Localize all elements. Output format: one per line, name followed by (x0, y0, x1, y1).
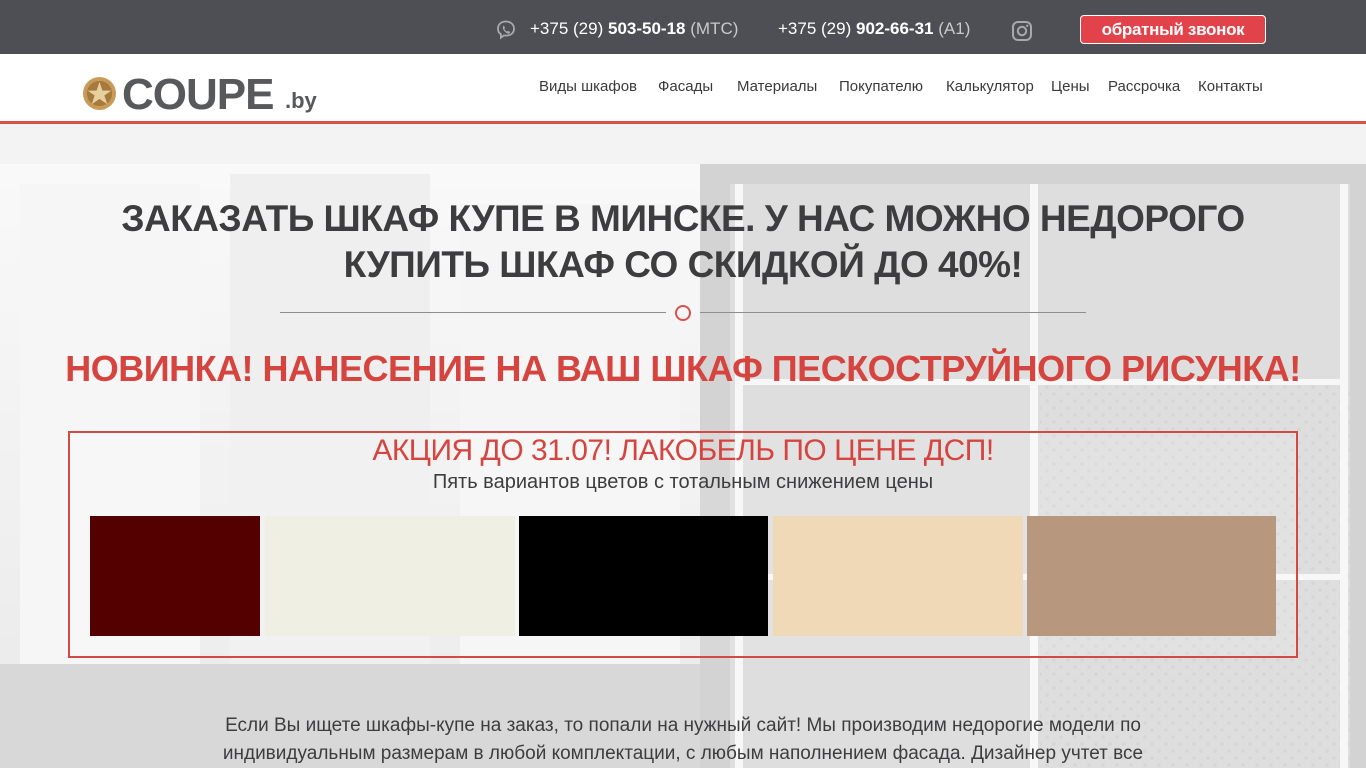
phone-mts-operator: (МТС) (690, 19, 739, 38)
color-swatch-3[interactable] (519, 516, 768, 636)
nav-item-materials[interactable]: Материалы (737, 78, 817, 95)
color-swatch-2[interactable] (265, 516, 515, 636)
color-swatch-1[interactable] (90, 516, 260, 636)
color-swatch-4[interactable] (773, 516, 1023, 636)
phone-a1-number: 902-66-31 (855, 19, 934, 38)
phone-mts-number: 503-50-18 (607, 19, 686, 38)
nav-item-contacts[interactable]: Контакты (1198, 78, 1263, 95)
viber-icon[interactable] (496, 20, 516, 40)
nav-item-wardrobe-types[interactable]: Виды шкафов (539, 78, 637, 95)
logo-text: COUPE (122, 70, 274, 119)
promo-box: АКЦИЯ ДО 31.07! ЛАКОБЕЛЬ ПО ЦЕНЕ ДСП! Пя… (68, 431, 1298, 658)
logo-tld: .by (285, 88, 317, 113)
phone-mts-link[interactable]: +375 (29) 503-50-18 (МТС) (530, 19, 738, 39)
news-heading: НОВИНКА! НАНЕСЕНИЕ НА ВАШ ШКАФ ПЕСКОСТРУ… (65, 348, 1301, 389)
promo-title: АКЦИЯ ДО 31.07! ЛАКОБЕЛЬ ПО ЦЕНЕ ДСП! (372, 434, 994, 467)
phone-a1-link[interactable]: +375 (29) 902-66-31 (A1) (778, 19, 970, 39)
phone-mts-prefix: +375 (29) (530, 19, 608, 38)
phone-a1-operator: (A1) (938, 19, 971, 38)
nav-item-prices[interactable]: Цены (1051, 78, 1090, 95)
callback-button[interactable]: обратный звонок (1080, 15, 1266, 44)
logo-emblem-icon (82, 76, 117, 111)
site-header: COUPE .by Виды шкафов Фасады Материалы П… (0, 54, 1366, 121)
phone-a1-prefix: +375 (29) (778, 19, 856, 38)
promo-subtitle: Пять вариантов цветов с тотальным снижен… (432, 471, 934, 493)
page-title: ЗАКАЗАТЬ ШКАФ КУПЕ В МИНСКЕ. У НАС МОЖНО… (121, 198, 1245, 285)
title-divider-ring-icon (675, 305, 691, 321)
nav-item-calculator[interactable]: Калькулятор (946, 78, 1034, 95)
intro-paragraph: Если Вы ищете шкафы-купе на заказ, то по… (222, 715, 1144, 764)
title-divider-left (280, 312, 666, 313)
instagram-icon[interactable] (1011, 20, 1033, 42)
nav-item-buyers[interactable]: Покупателю (839, 78, 923, 95)
nav-item-facades[interactable]: Фасады (658, 78, 713, 95)
nav-item-installments[interactable]: Рассрочка (1108, 78, 1180, 95)
title-divider-right (700, 312, 1086, 313)
top-bar: +375 (29) 503-50-18 (МТС) +375 (29) 902-… (0, 0, 1366, 54)
hero-section: ЗАКАЗАТЬ ШКАФ КУПЕ В МИНСКЕ. У НАС МОЖНО… (0, 124, 1366, 768)
color-swatch-5[interactable] (1027, 516, 1276, 636)
